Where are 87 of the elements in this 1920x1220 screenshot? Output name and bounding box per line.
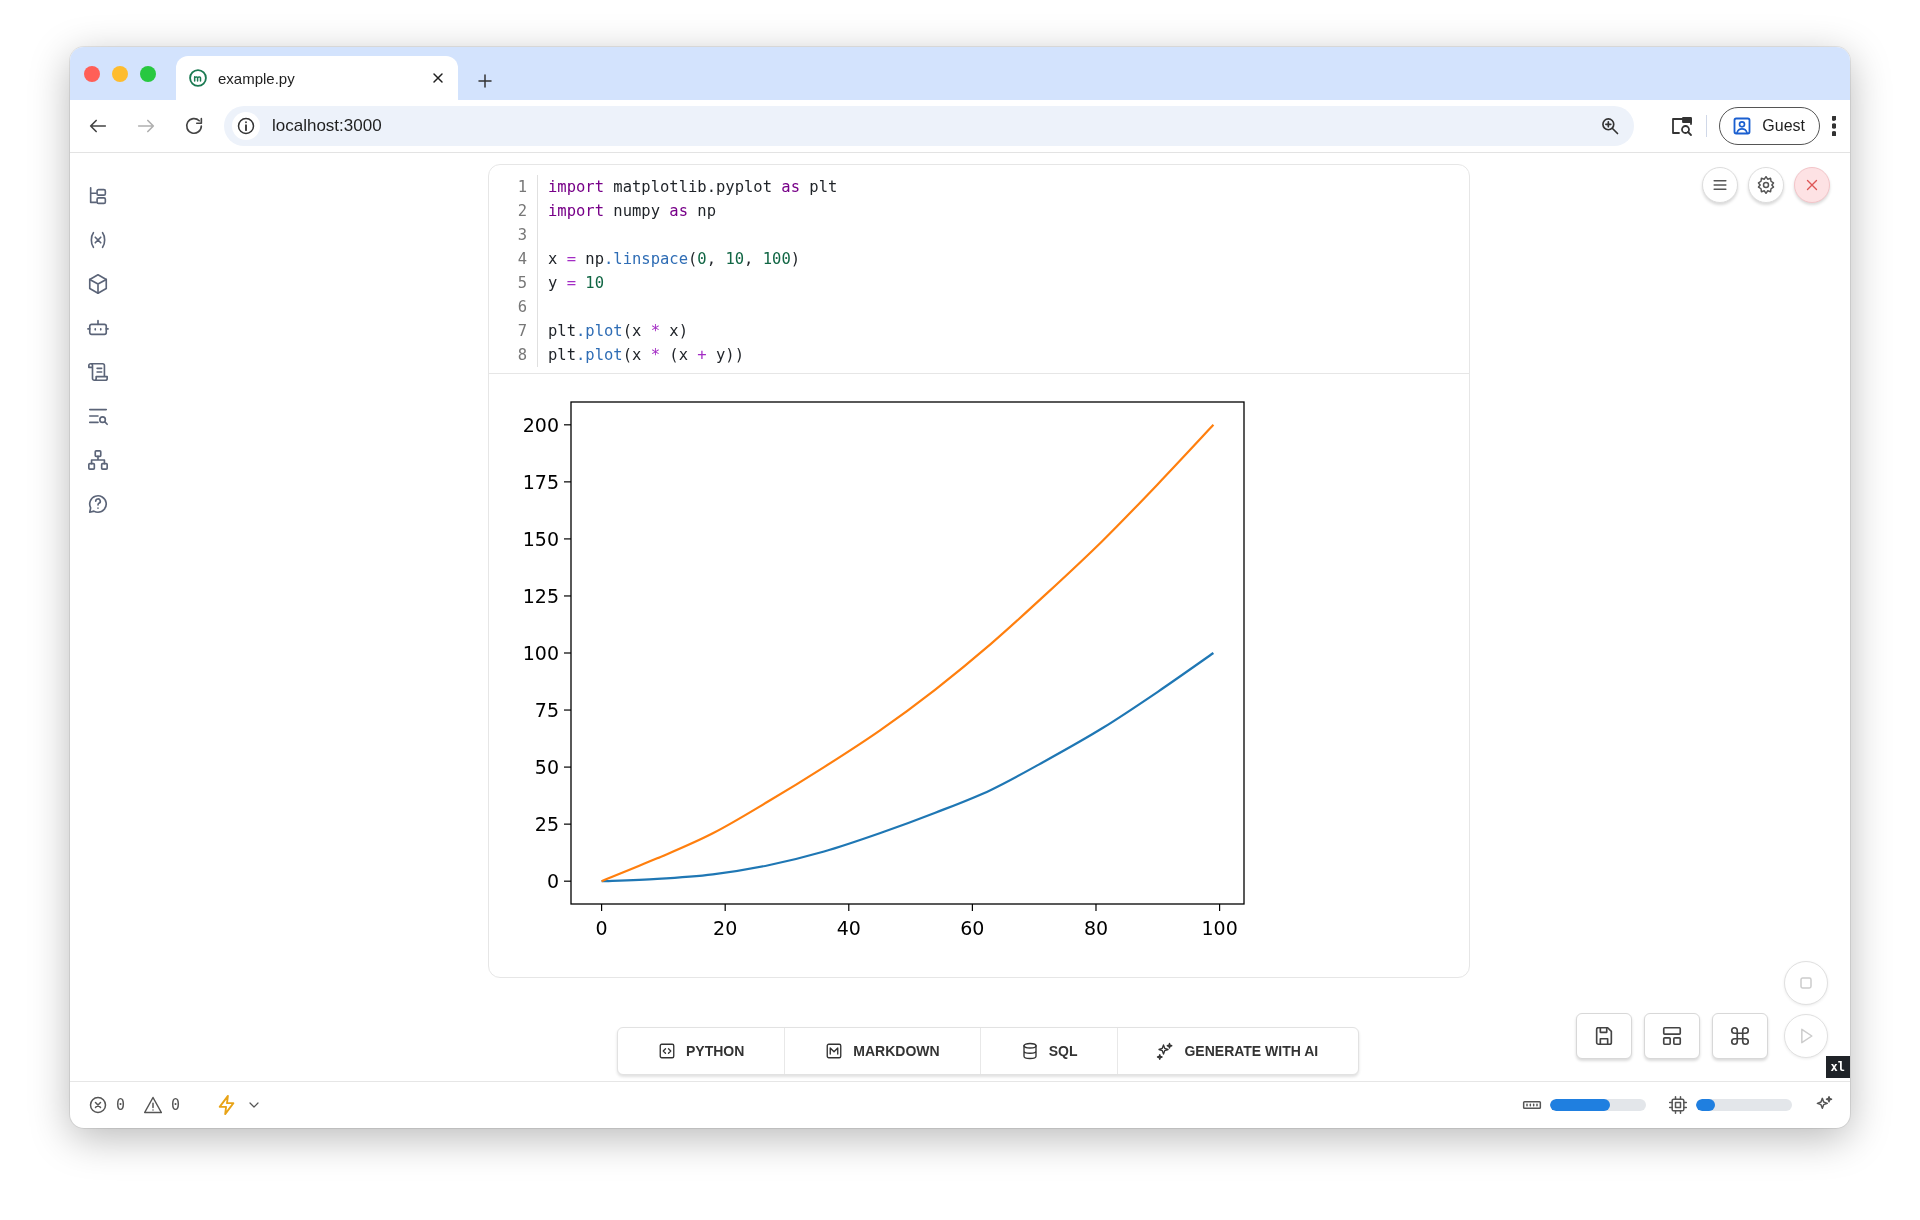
sparkles-icon — [1156, 1042, 1175, 1060]
x-tick-label: 80 — [1083, 917, 1109, 939]
x-tick — [848, 903, 850, 912]
y-tick — [563, 823, 572, 825]
address-bar[interactable]: localhost:3000 — [224, 106, 1635, 146]
cpu-icon — [1668, 1095, 1688, 1115]
add-cell-button[interactable]: MARKDOWN — [785, 1028, 981, 1074]
y-tick — [563, 595, 572, 597]
save-button[interactable] — [1576, 1013, 1632, 1059]
y-tick — [563, 481, 572, 483]
y-tick — [563, 880, 572, 882]
y-tick-label: 200 — [522, 413, 559, 436]
y-tick-label: 100 — [522, 642, 559, 664]
layout-icon — [1661, 1025, 1683, 1047]
y-tick-label: 125 — [522, 584, 559, 607]
url-text: localhost:3000 — [272, 116, 382, 136]
profile-icon — [1732, 116, 1753, 136]
more-menu-icon — [1832, 116, 1836, 136]
y-tick-label: 75 — [534, 699, 559, 722]
code-icon — [658, 1042, 676, 1060]
y-tick — [563, 424, 572, 426]
settings-icon — [1756, 175, 1776, 195]
warning-icon — [143, 1095, 164, 1115]
line-number: 2 — [516, 201, 527, 222]
y-tick — [563, 766, 572, 768]
x-tick-label: 40 — [836, 917, 861, 939]
y-tick-label: 175 — [522, 470, 559, 493]
add-cell-button[interactable]: PYTHON — [618, 1028, 786, 1074]
reload-icon — [183, 115, 205, 137]
x-tick — [1219, 903, 1221, 912]
y-tick-label: 50 — [534, 756, 559, 779]
close-button[interactable] — [1794, 167, 1830, 203]
settings-button[interactable] — [1748, 167, 1784, 203]
profile-button[interactable]: Guest — [1719, 107, 1820, 145]
line-number: 3 — [516, 225, 527, 246]
x-tick — [1095, 903, 1097, 912]
x-tick — [971, 903, 973, 912]
x-tick — [601, 903, 603, 912]
command-icon — [1729, 1025, 1751, 1047]
close-window-button[interactable] — [84, 65, 100, 82]
code-line: plt.plot(x * (x + y)) — [548, 345, 745, 366]
command-button[interactable] — [1712, 1013, 1768, 1059]
info-icon — [236, 116, 256, 136]
screen-search-icon — [1670, 114, 1695, 138]
y-tick — [563, 652, 572, 654]
warning-count: 0 — [171, 1096, 181, 1114]
error-count: 0 — [116, 1096, 126, 1114]
layout-button[interactable] — [1644, 1013, 1700, 1059]
code-line: y = 10 — [548, 273, 605, 294]
x-tick-label: 0 — [595, 917, 608, 939]
y-tick — [563, 538, 572, 540]
code-line: plt.plot(x * x) — [548, 321, 689, 342]
browser-tab[interactable]: example.py — [176, 56, 458, 100]
zoom-in-icon — [1600, 116, 1621, 136]
folder-tree-icon — [87, 185, 109, 207]
save-icon — [1593, 1025, 1615, 1047]
y-tick — [563, 709, 572, 711]
x-tick — [724, 903, 726, 912]
code-line: x = np.linspace(0, 10, 100) — [548, 249, 802, 270]
error-icon — [88, 1095, 108, 1115]
menu-button[interactable] — [1702, 167, 1738, 203]
x-tick-label: 100 — [1201, 917, 1238, 939]
database-icon — [1020, 1042, 1039, 1060]
line-number: 5 — [516, 273, 527, 294]
plus-icon — [476, 72, 494, 90]
line-number: 6 — [516, 297, 527, 318]
line-number: 8 — [516, 345, 527, 366]
x-tick-label: 20 — [713, 917, 738, 939]
line-number: 7 — [516, 321, 527, 342]
help-icon — [87, 493, 109, 515]
code-line: import matplotlib.pyplot as plt — [548, 177, 838, 198]
breakpoint-badge: xl — [1825, 1056, 1850, 1078]
line-number: 4 — [516, 249, 527, 270]
scroll-icon — [87, 361, 109, 383]
close-icon — [430, 70, 446, 86]
line-number: 1 — [516, 177, 527, 198]
y-tick-label: 25 — [534, 813, 559, 836]
x-tick-label: 60 — [960, 917, 985, 939]
markdown-icon — [825, 1042, 844, 1060]
add-cell-button[interactable]: SQL — [980, 1028, 1119, 1074]
app-logo-icon — [188, 68, 208, 88]
hierarchy-icon — [87, 449, 109, 471]
add-cell-button[interactable]: GENERATE WITH AI — [1118, 1028, 1359, 1074]
y-tick-label: 150 — [522, 527, 559, 550]
y-tick-label: 0 — [546, 870, 559, 893]
cube-icon — [87, 273, 109, 295]
code-line: import numpy as np — [548, 201, 717, 222]
